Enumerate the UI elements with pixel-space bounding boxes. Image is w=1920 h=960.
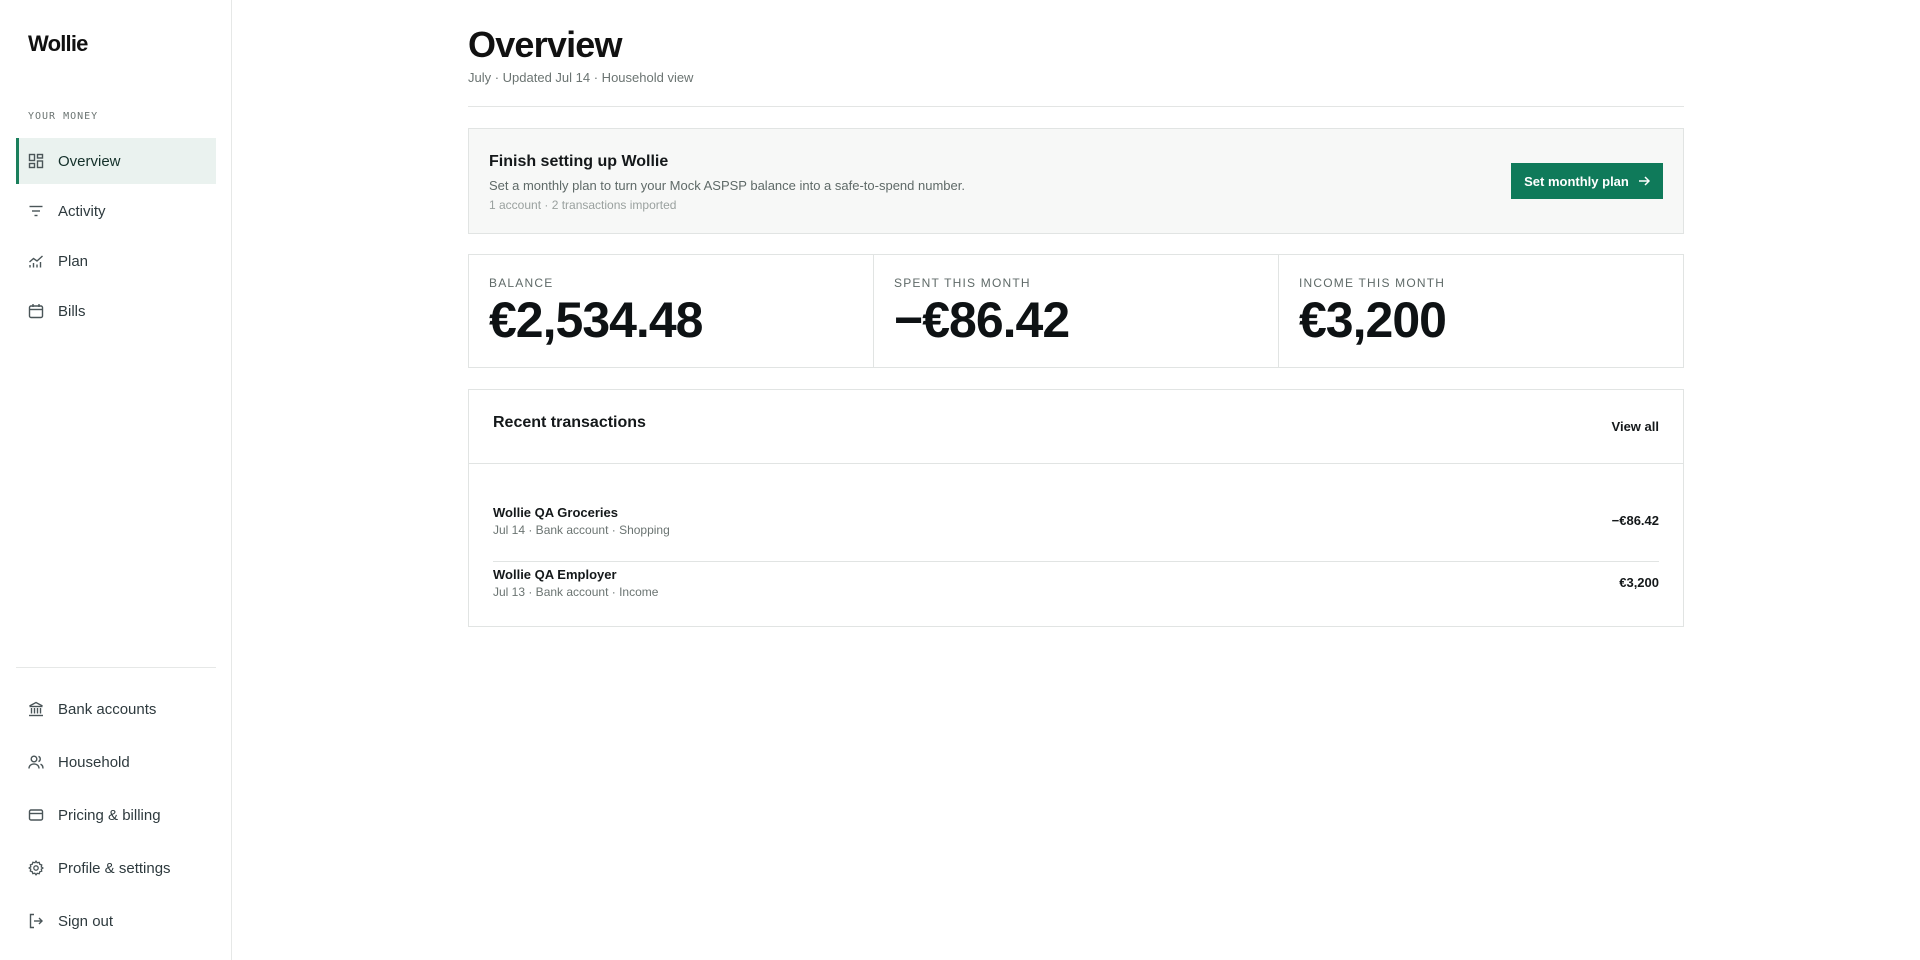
- gear-icon: [28, 860, 44, 876]
- sidebar-item-profile-settings[interactable]: Profile & settings: [16, 843, 216, 893]
- credit-card-icon: [28, 807, 44, 823]
- transaction-meta: Jul 13 · Bank account · Income: [493, 585, 659, 599]
- sidebar-item-label: Household: [58, 753, 130, 771]
- sidebar-item-household[interactable]: Household: [16, 737, 216, 787]
- sidebar-item-label: Profile & settings: [58, 859, 171, 877]
- sidebar-item-label: Bills: [58, 302, 86, 320]
- secondary-nav: Bank accounts Household Pricing & billin…: [16, 684, 216, 949]
- transaction-name: Wollie QA Employer: [493, 567, 617, 582]
- stat-label: BALANCE: [489, 276, 554, 290]
- transactions-title: Recent transactions: [493, 414, 646, 431]
- grid-icon: [28, 153, 44, 169]
- stat-label: SPENT THIS MONTH: [894, 276, 1031, 290]
- setup-title: Finish setting up Wollie: [489, 153, 669, 170]
- logo[interactable]: Wollie: [28, 31, 88, 57]
- stat-value: −€86.42: [894, 292, 1070, 348]
- primary-nav: Overview Activity Plan Bills: [16, 138, 216, 338]
- filter-lines-icon: [28, 203, 44, 219]
- stat-label: INCOME THIS MONTH: [1299, 276, 1446, 290]
- sidebar-item-label: Bank accounts: [58, 700, 157, 718]
- page-title: Overview: [468, 24, 623, 65]
- transaction-amount: €3,200: [1619, 575, 1659, 590]
- set-monthly-plan-label: Set monthly plan: [1524, 173, 1629, 189]
- sidebar-section-label: YOUR MONEY: [28, 111, 99, 122]
- stat-spent: SPENT THIS MONTH −€86.42: [874, 255, 1279, 367]
- stat-balance: BALANCE €2,534.48: [469, 255, 874, 367]
- sidebar-item-plan[interactable]: Plan: [16, 238, 216, 284]
- transaction-amount: −€86.42: [1611, 513, 1659, 528]
- sidebar-item-bills[interactable]: Bills: [16, 288, 216, 334]
- view-all-link[interactable]: View all: [1612, 419, 1659, 434]
- sidebar-item-label: Overview: [58, 152, 121, 170]
- users-icon: [28, 754, 44, 770]
- sidebar: Wollie YOUR MONEY Overview Activity Plan…: [0, 0, 232, 960]
- page-subtitle: July · Updated Jul 14 · Household view: [468, 70, 694, 85]
- transaction-name: Wollie QA Groceries: [493, 505, 618, 520]
- setup-description: Set a monthly plan to turn your Mock ASP…: [489, 178, 965, 193]
- sidebar-item-bank-accounts[interactable]: Bank accounts: [16, 684, 216, 734]
- transaction-meta: Jul 14 · Bank account · Shopping: [493, 523, 670, 537]
- transactions-header: Recent transactions View all: [469, 390, 1683, 464]
- set-monthly-plan-button[interactable]: Set monthly plan: [1511, 163, 1663, 199]
- stat-value: €2,534.48: [489, 292, 703, 348]
- header-divider: [468, 106, 1684, 107]
- stat-value: €3,200: [1299, 292, 1447, 348]
- sidebar-item-label: Pricing & billing: [58, 806, 161, 824]
- stats-row: BALANCE €2,534.48 SPENT THIS MONTH −€86.…: [468, 254, 1684, 368]
- sign-out-icon: [28, 913, 44, 929]
- bank-icon: [28, 701, 44, 717]
- sidebar-item-activity[interactable]: Activity: [16, 188, 216, 234]
- transaction-row[interactable]: Wollie QA Groceries Jul 14 · Bank accoun…: [493, 502, 1659, 562]
- chart-icon: [28, 253, 44, 269]
- sidebar-item-pricing-billing[interactable]: Pricing & billing: [16, 790, 216, 840]
- sidebar-item-label: Sign out: [58, 912, 114, 930]
- calendar-icon: [28, 303, 44, 319]
- sidebar-item-overview[interactable]: Overview: [16, 138, 216, 184]
- sidebar-item-label: Plan: [58, 252, 89, 270]
- stat-income: INCOME THIS MONTH €3,200: [1279, 255, 1683, 367]
- arrow-right-icon: [1638, 175, 1650, 187]
- setup-meta: 1 account · 2 transactions imported: [489, 198, 677, 212]
- sidebar-item-sign-out[interactable]: Sign out: [16, 896, 216, 946]
- recent-transactions-card: Recent transactions View all Wollie QA G…: [468, 389, 1684, 627]
- sidebar-divider: [16, 667, 216, 668]
- sidebar-item-label: Activity: [58, 202, 106, 220]
- transaction-row[interactable]: Wollie QA Employer Jul 13 · Bank account…: [493, 562, 1659, 622]
- setup-banner: Finish setting up Wollie Set a monthly p…: [468, 128, 1684, 234]
